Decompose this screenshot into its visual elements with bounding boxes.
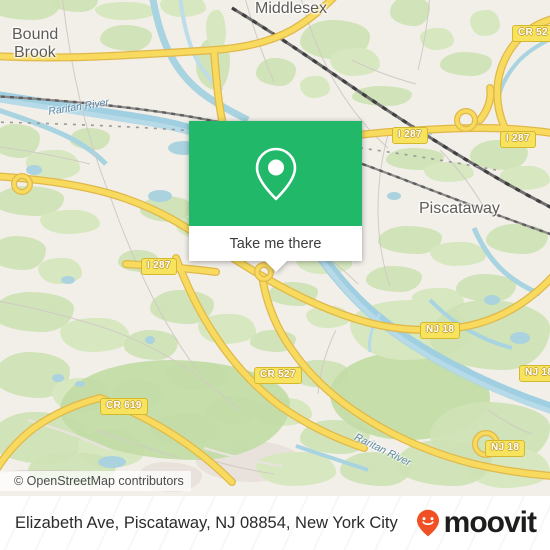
moovit-wordmark: moovit (443, 506, 537, 539)
location-pin-icon (255, 147, 296, 200)
address-label: Elizabeth Ave, Piscataway, NJ 08854, New… (15, 513, 398, 532)
take-me-there-label: Take me there (229, 235, 322, 252)
map-place-label: Bound (12, 26, 59, 43)
road-shield: CR 52 (512, 25, 550, 42)
road-shield: NJ 18 (485, 440, 526, 457)
road-shield: NJ 18 (519, 365, 550, 382)
card-header (189, 121, 362, 226)
road-shield: CR 527 (254, 367, 302, 384)
map-place-label: Piscataway (419, 200, 500, 217)
road-shield: NJ 18 (420, 322, 461, 339)
map-place-label: Brook (14, 44, 56, 61)
road-shield: I 287 (141, 258, 177, 275)
road-shield: I 287 (392, 127, 428, 144)
moovit-brand[interactable]: moovit (416, 506, 537, 539)
road-shield: CR 619 (100, 398, 148, 415)
card-pointer (264, 261, 287, 272)
map-water-label: Raritan River (352, 431, 413, 469)
screenshot-root: Bound Brook Middlesex Piscataway Raritan Riv… (0, 0, 550, 550)
moovit-smiley-pin-icon (416, 509, 439, 537)
bottom-bar: Elizabeth Ave, Piscataway, NJ 08854, New… (0, 496, 550, 550)
osm-attribution[interactable]: © OpenStreetMap contributors (0, 471, 191, 491)
map-place-label: Middlesex (255, 0, 328, 17)
road-shield: I 287 (500, 131, 536, 148)
card-footer[interactable]: Take me there (189, 226, 362, 272)
map-water-label: Raritan River (47, 96, 110, 118)
take-me-there-card[interactable]: Take me there (189, 121, 362, 272)
